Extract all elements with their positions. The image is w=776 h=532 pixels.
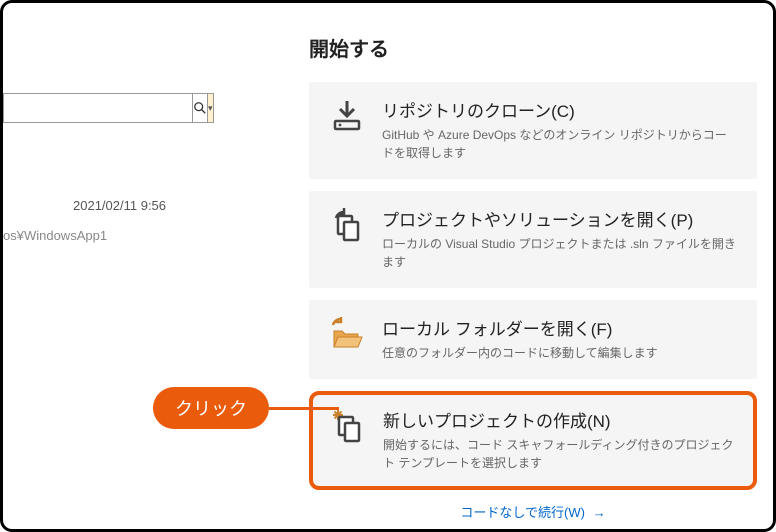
arrow-right-icon: → bbox=[593, 505, 606, 520]
card-desc: 開始するには、コード スキャフォールディング付きのプロジェクト テンプレートを選… bbox=[383, 436, 737, 472]
card-clone-repo[interactable]: リポジトリのクローン(C) GitHub や Azure DevOps などのオ… bbox=[309, 82, 757, 179]
open-project-icon bbox=[328, 206, 366, 271]
card-desc: ローカルの Visual Studio プロジェクトまたは .sln ファイルを… bbox=[382, 235, 738, 271]
continue-link-label: コードなしで続行(W) bbox=[460, 505, 585, 520]
card-title: ローカル フォルダーを開く(F) bbox=[382, 315, 738, 340]
annotation-callout: クリック bbox=[153, 387, 339, 429]
recent-path: os¥WindowsApp1 bbox=[3, 228, 107, 243]
search-icon bbox=[193, 101, 207, 115]
card-open-folder[interactable]: ローカル フォルダーを開く(F) 任意のフォルダー内のコードに移動して編集します bbox=[309, 300, 757, 379]
card-title: 新しいプロジェクトの作成(N) bbox=[383, 407, 737, 432]
left-pane: ▾ 2021/02/11 9:56 os¥WindowsApp1 bbox=[3, 3, 303, 529]
start-panel: 開始する リポジトリのクローン(C) GitHub や Azure DevOps… bbox=[303, 33, 763, 521]
card-desc: GitHub や Azure DevOps などのオンライン リポジトリからコー… bbox=[382, 126, 738, 162]
callout-connector bbox=[269, 407, 339, 410]
recent-date: 2021/02/11 9:56 bbox=[73, 198, 166, 213]
search-box: ▾ bbox=[3, 93, 163, 123]
clone-icon bbox=[328, 97, 366, 162]
card-new-project[interactable]: 新しいプロジェクトの作成(N) 開始するには、コード スキャフォールディング付き… bbox=[309, 391, 757, 490]
card-title: プロジェクトやソリューションを開く(P) bbox=[382, 206, 738, 231]
search-button[interactable] bbox=[192, 93, 207, 123]
card-open-project[interactable]: プロジェクトやソリューションを開く(P) ローカルの Visual Studio… bbox=[309, 191, 757, 288]
card-desc: 任意のフォルダー内のコードに移動して編集します bbox=[382, 344, 738, 362]
callout-label: クリック bbox=[153, 387, 269, 429]
continue-without-code-link[interactable]: コードなしで続行(W) → bbox=[303, 502, 763, 521]
start-title: 開始する bbox=[309, 33, 763, 62]
search-input[interactable] bbox=[3, 93, 192, 123]
search-dropdown[interactable]: ▾ bbox=[207, 93, 214, 123]
card-title: リポジトリのクローン(C) bbox=[382, 97, 738, 122]
open-folder-icon bbox=[328, 315, 366, 362]
